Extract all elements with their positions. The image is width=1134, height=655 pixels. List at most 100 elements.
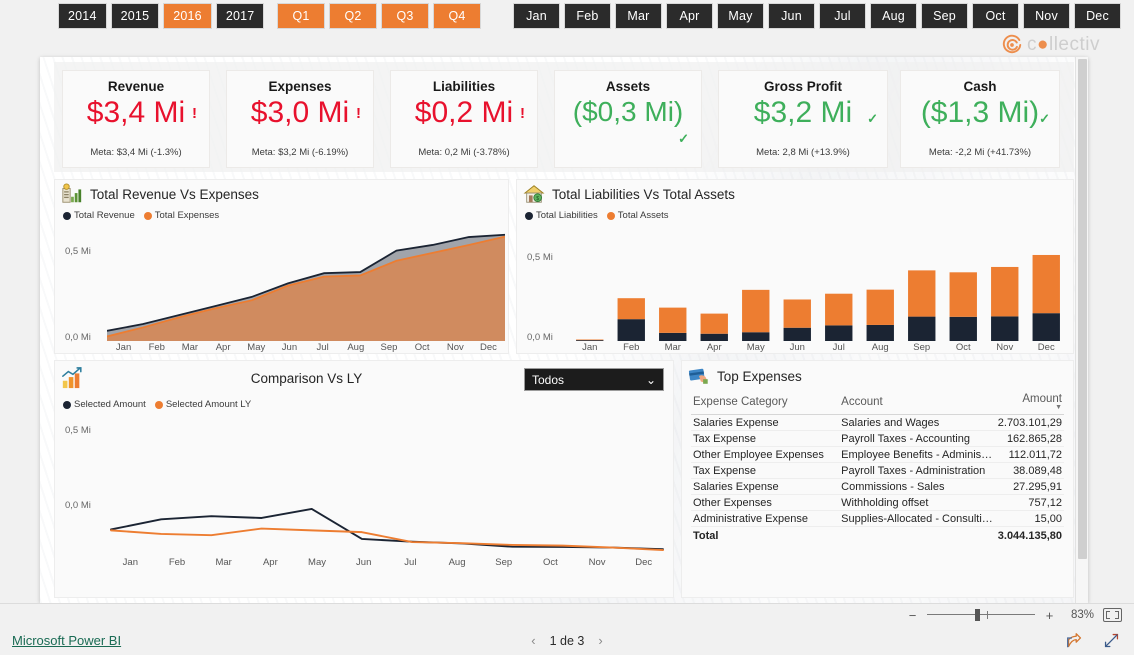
table-cell: Salaries Expense xyxy=(691,414,840,431)
slicer-month-oct[interactable]: Oct xyxy=(972,3,1019,29)
y-axis-label-lower: 0,0 Mi xyxy=(65,332,91,343)
kpi-status-indicator: ✓ xyxy=(678,131,689,146)
canvas-vertical-scrollbar[interactable] xyxy=(1075,57,1088,603)
table-column-header[interactable]: Amount ▼ xyxy=(995,391,1064,415)
bar-assets-apr xyxy=(700,313,728,334)
zoom-out-button[interactable]: − xyxy=(907,608,918,623)
legend-item[interactable]: Total Expenses xyxy=(143,210,219,221)
bar-liabilities-jul xyxy=(825,325,853,341)
visual-top-expenses[interactable]: Top Expenses Expense Category Account Amou… xyxy=(681,360,1074,598)
brand-wordmark: c●llectiv xyxy=(1027,34,1100,55)
x-axis-tick: Mar xyxy=(664,342,681,353)
slicer-month-apr[interactable]: Apr xyxy=(666,3,713,29)
todos-filter-dropdown[interactable]: Todos ⌄ xyxy=(524,368,664,391)
slicer-month-jan[interactable]: Jan xyxy=(513,3,560,29)
bar-assets-may xyxy=(742,289,770,333)
visual-total-liabilities-vs-total-assets[interactable]: $ Total Liabilities Vs Total Assets Tota… xyxy=(516,179,1074,354)
slicer-month-mar[interactable]: Mar xyxy=(615,3,662,29)
visual-total-revenue-vs-expenses[interactable]: Total Revenue Vs Expenses Total Revenue T… xyxy=(54,179,509,354)
table-row[interactable]: Other Expenses Withholding offset 757,12 xyxy=(691,494,1064,511)
zoom-slider[interactable] xyxy=(927,609,1035,621)
legend-item[interactable]: Total Assets xyxy=(606,210,669,221)
legend-item[interactable]: Selected Amount xyxy=(63,399,146,410)
slicer-quarter-q1[interactable]: Q1 xyxy=(277,3,325,29)
slicer-quarter-q4[interactable]: Q4 xyxy=(433,3,481,29)
bar-assets-dec xyxy=(1032,254,1060,314)
kpi-card-gross-profit[interactable]: Gross Profit $3,2 Mi ✓ Meta: 2,8 Mi (+13.9%… xyxy=(718,70,888,168)
bar-assets-jan xyxy=(576,339,604,341)
table-row[interactable]: Administrative Expense Supplies-Allocated… xyxy=(691,510,1064,527)
x-axis-tick: Dec xyxy=(480,342,497,353)
microsoft-power-bi-link[interactable]: Microsoft Power BI xyxy=(12,633,121,648)
x-axis-tick: Mar xyxy=(215,557,232,568)
slicer-month-jul[interactable]: Jul xyxy=(819,3,866,29)
kpi-card-assets[interactable]: Assets ($0,3 Mi) ✓ xyxy=(554,70,702,168)
legend-item[interactable]: Total Revenue xyxy=(63,210,135,221)
x-axis-tick: Nov xyxy=(588,557,606,568)
todos-filter-value: Todos xyxy=(532,372,565,387)
slicer-year-2014[interactable]: 2014 xyxy=(58,3,107,29)
x-axis-tick: Apr xyxy=(706,342,722,353)
slicer-month-jun[interactable]: Jun xyxy=(768,3,815,29)
slicer-month-aug[interactable]: Aug xyxy=(870,3,917,29)
table-row[interactable]: Tax Expense Payroll Taxes - Administratio… xyxy=(691,462,1064,479)
legend-swatch xyxy=(606,211,615,220)
line-selected-amount xyxy=(110,507,664,551)
slicer-quarter-q2[interactable]: Q2 xyxy=(329,3,377,29)
line-chart-plot xyxy=(110,507,664,551)
growth-chart-icon xyxy=(62,367,82,389)
slicer-year-2016[interactable]: 2016 xyxy=(163,3,212,29)
legend-label: Total Revenue xyxy=(74,210,135,221)
legend-label: Total Liabilities xyxy=(536,210,598,221)
zoom-slider-rail xyxy=(927,614,1035,615)
x-axis-labels-liabilities: Jan Feb Mar Apr May Jun Jul Aug Sep Oct Nov Dec xyxy=(569,342,1067,353)
slicer-strip: 2014 2015 2016 2017 Q1 Q2 Q3 Q4 Jan Feb Mar Apr Ma… xyxy=(0,0,1134,33)
chevron-down-icon: ⌄ xyxy=(645,372,656,387)
x-axis-tick: Jan xyxy=(122,557,138,568)
slicer-month-feb[interactable]: Feb xyxy=(564,3,611,29)
table-cell: 27.295,91 xyxy=(995,478,1064,495)
month-slicer[interactable]: Jan Feb Mar Apr May Jun Jul Aug Sep Oct Nov Dec xyxy=(513,3,1121,29)
slicer-month-dec[interactable]: Dec xyxy=(1074,3,1121,29)
slicer-quarter-q3[interactable]: Q3 xyxy=(381,3,429,29)
slicer-month-sep[interactable]: Sep xyxy=(921,3,968,29)
fit-to-page-icon[interactable] xyxy=(1103,608,1122,622)
visual-title: Total Liabilities Vs Total Assets xyxy=(552,186,735,202)
legend-item[interactable]: Selected Amount LY xyxy=(154,399,252,410)
slicer-year-2017[interactable]: 2017 xyxy=(215,3,265,29)
kpi-card-cash[interactable]: Cash ($1,3 Mi) ✓ Meta: -2,2 Mi (+41.73%) xyxy=(900,70,1060,168)
x-axis-tick: Jun xyxy=(789,342,805,353)
line-selected-amount-ly xyxy=(110,527,664,551)
table-row[interactable]: Salaries Expense Commissions - Sales 27.29… xyxy=(691,478,1064,495)
zoom-slider-handle[interactable] xyxy=(975,609,980,621)
next-page-button[interactable]: › xyxy=(598,633,602,648)
top-expenses-table[interactable]: Expense Category Account Amount ▼ Salaries … xyxy=(691,391,1064,544)
house-money-icon: $ xyxy=(523,185,545,203)
kpi-title: Gross Profit xyxy=(763,79,842,94)
scrollbar-thumb[interactable] xyxy=(1078,59,1087,559)
kpi-card-liabilities[interactable]: Liabilities $0,2 Mi! Meta: 0,2 Mi (-3.78%) xyxy=(390,70,538,168)
previous-page-button[interactable]: ‹ xyxy=(531,633,535,648)
table-row[interactable]: Salaries Expense Salaries and Wages 2.703.… xyxy=(691,414,1064,431)
table-column-header[interactable]: Account xyxy=(839,391,996,415)
share-icon[interactable] xyxy=(1066,632,1083,649)
slicer-month-may[interactable]: May xyxy=(717,3,764,29)
table-column-header[interactable]: Expense Category xyxy=(691,391,840,415)
table-row[interactable]: Tax Expense Payroll Taxes - Accounting 162… xyxy=(691,430,1064,447)
legend-label: Selected Amount LY xyxy=(165,399,252,410)
quarter-slicer[interactable]: Q1 Q2 Q3 Q4 xyxy=(277,3,481,29)
report-canvas: Revenue $3,4 Mi! Meta: $3,4 Mi (-1.3%) Expe… xyxy=(40,57,1088,603)
visual-header: $ Total Liabilities Vs Total Assets xyxy=(517,180,1073,208)
slicer-month-nov[interactable]: Nov xyxy=(1023,3,1070,29)
kpi-card-expenses[interactable]: Expenses $3,0 Mi! Meta: $3,2 Mi (-6.19%) xyxy=(226,70,374,168)
kpi-card-revenue[interactable]: Revenue $3,4 Mi! Meta: $3,4 Mi (-1.3%) xyxy=(62,70,210,168)
bar-liabilities-apr xyxy=(700,333,728,341)
visual-comparison-vs-ly[interactable]: Comparison Vs LY Todos ⌄ Selected Amount… xyxy=(54,360,674,598)
x-axis-tick: Aug xyxy=(347,342,365,353)
slicer-year-2015[interactable]: 2015 xyxy=(110,3,160,29)
legend-item[interactable]: Total Liabilities xyxy=(525,210,598,221)
fullscreen-icon[interactable] xyxy=(1103,632,1120,649)
zoom-in-button[interactable]: + xyxy=(1044,608,1055,623)
table-row[interactable]: Other Employee Expenses Employee Benefits… xyxy=(691,446,1064,463)
year-slicer[interactable]: 2014 2015 2016 2017 xyxy=(58,3,265,29)
